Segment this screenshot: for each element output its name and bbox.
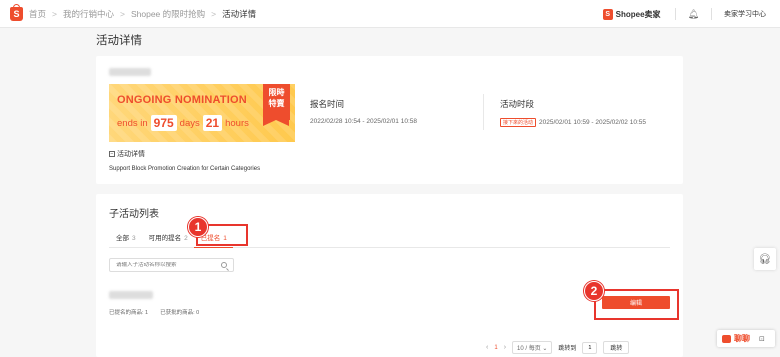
page-title: 活动详情 bbox=[96, 35, 142, 47]
sub-activity-card: 子活动列表 全部3 可用的提名2 已提名1 1 已提名的商品: 1 已获批的商品… bbox=[96, 194, 683, 357]
activity-period-block: 活动时段 接下來的活动 2025/02/01 10:59 - 2025/02/0… bbox=[500, 98, 646, 127]
goto-button[interactable]: 跳转 bbox=[603, 341, 630, 354]
tab-label: 全部 bbox=[116, 235, 129, 242]
activity-name-blurred bbox=[109, 68, 151, 76]
goto-page-input[interactable] bbox=[582, 341, 598, 354]
breadcrumb-current: 活动详情 bbox=[222, 8, 257, 19]
activity-period-label: 活动时段 bbox=[500, 99, 535, 109]
approved-products-count: 已获批的商品: 0 bbox=[160, 310, 200, 316]
breadcrumb-separator: > bbox=[120, 8, 125, 19]
top-right-actions: S Shopee卖家 🔔︎ 卖家学习中心 bbox=[589, 0, 780, 28]
shopee-logo-icon[interactable]: S bbox=[10, 3, 23, 21]
seller-centre-logo[interactable]: S Shopee卖家 bbox=[589, 8, 675, 20]
top-bar: S 首页 > 我的行销中心 > Shopee 的限时抢购 > 活动详情 S Sh… bbox=[0, 0, 780, 28]
seller-brand-label: Shopee卖家 bbox=[615, 9, 661, 19]
search-box bbox=[109, 258, 234, 272]
banner-headline: ONGOING NOMINATION bbox=[117, 94, 247, 106]
pagination: ‹ 1 › 10 / 每页 ⌄ 跳转到 跳转 bbox=[486, 341, 630, 354]
ribbon-line-2: 特賣 bbox=[268, 99, 285, 108]
customer-support-icon[interactable]: 🎧︎ bbox=[754, 248, 776, 270]
annotation-highlight-2 bbox=[594, 289, 679, 320]
sub-activity-name-blurred bbox=[109, 291, 153, 299]
sub-activity-title: 子活动列表 bbox=[109, 209, 159, 220]
nominated-products-count: 已提名的商品: 1 bbox=[109, 310, 149, 316]
next-page-icon[interactable]: › bbox=[504, 344, 506, 351]
notification-bell-icon[interactable]: 🔔︎ bbox=[676, 9, 711, 20]
nomination-banner: ONGOING NOMINATION ends in 975 days 21 h… bbox=[109, 84, 295, 142]
details-toggle[interactable]: − 活动详情 bbox=[109, 149, 145, 159]
tab-available-nominations[interactable]: 可用的提名 2 bbox=[142, 228, 194, 248]
days-label: days bbox=[179, 117, 200, 129]
activity-period-text: 2025/02/01 10:59 - 2025/02/02 10:55 bbox=[539, 119, 646, 126]
status-badge: 接下來的活动 bbox=[500, 118, 537, 127]
registration-time-value: 2022/02/28 10:54 - 2025/02/01 10:58 bbox=[310, 118, 417, 125]
breadcrumb: 首页 > 我的行销中心 > Shopee 的限时抢购 > 活动详情 bbox=[29, 8, 256, 20]
minimize-icon[interactable]: ⊡ bbox=[759, 335, 765, 343]
ribbon-line-1: 限時 bbox=[268, 88, 285, 97]
breadcrumb-home[interactable]: 首页 bbox=[29, 8, 46, 20]
registration-time-label: 报名时间 bbox=[310, 99, 345, 109]
collapse-icon: − bbox=[109, 150, 115, 157]
days-value: 975 bbox=[150, 115, 177, 131]
search-icon[interactable] bbox=[221, 262, 227, 268]
tab-all[interactable]: 全部 3 bbox=[109, 228, 142, 248]
breadcrumb-separator: > bbox=[52, 8, 57, 19]
registration-time-block: 报名时间 2022/02/28 10:54 - 2025/02/01 10:58 bbox=[310, 98, 417, 125]
user-menu[interactable]: 卖家学习中心 bbox=[712, 9, 780, 19]
banner-countdown: ends in 975 days 21 hours bbox=[117, 115, 249, 131]
annotation-badge-1: 1 bbox=[188, 217, 208, 237]
shopee-bag-icon: S bbox=[602, 8, 613, 20]
tab-count: 3 bbox=[132, 235, 136, 242]
sub-activity-stats: 已提名的商品: 1 已获批的商品: 0 bbox=[109, 308, 199, 316]
prev-page-icon[interactable]: ‹ bbox=[486, 344, 488, 351]
activity-period-value: 接下來的活动 2025/02/01 10:59 - 2025/02/02 10:… bbox=[500, 118, 646, 127]
divider bbox=[483, 94, 484, 130]
tab-count: 2 bbox=[184, 235, 188, 242]
details-toggle-label: 活动详情 bbox=[117, 151, 145, 158]
breadcrumb-separator: > bbox=[211, 8, 217, 19]
ends-in-label: ends in bbox=[117, 117, 148, 129]
search-input[interactable] bbox=[116, 262, 221, 268]
chat-icon bbox=[722, 334, 731, 343]
chat-widget[interactable]: 聊聊 ⊡ bbox=[717, 330, 775, 347]
activity-info-card: ONGOING NOMINATION ends in 975 days 21 h… bbox=[96, 56, 683, 184]
breadcrumb-marketing-centre[interactable]: 我的行销中心 bbox=[63, 8, 114, 20]
chat-label: 聊聊 bbox=[734, 334, 750, 343]
hours-label: hours bbox=[225, 117, 249, 129]
tab-label: 可用的提名 bbox=[148, 235, 182, 242]
registration-time-text: 2022/02/28 10:54 - 2025/02/01 10:58 bbox=[310, 118, 417, 125]
annotation-badge-2: 2 bbox=[584, 281, 604, 301]
breadcrumb-flash-sale[interactable]: Shopee 的限时抢购 bbox=[131, 8, 205, 20]
page-size-select[interactable]: 10 / 每页 ⌄ bbox=[512, 341, 553, 354]
hours-value: 21 bbox=[202, 115, 223, 131]
goto-label: 跳转到 bbox=[558, 346, 577, 352]
flash-sale-ribbon: 限時 特賣 bbox=[263, 84, 290, 126]
page-number[interactable]: 1 bbox=[494, 345, 497, 351]
details-text: Support Block Promotion Creation for Cer… bbox=[109, 166, 261, 172]
